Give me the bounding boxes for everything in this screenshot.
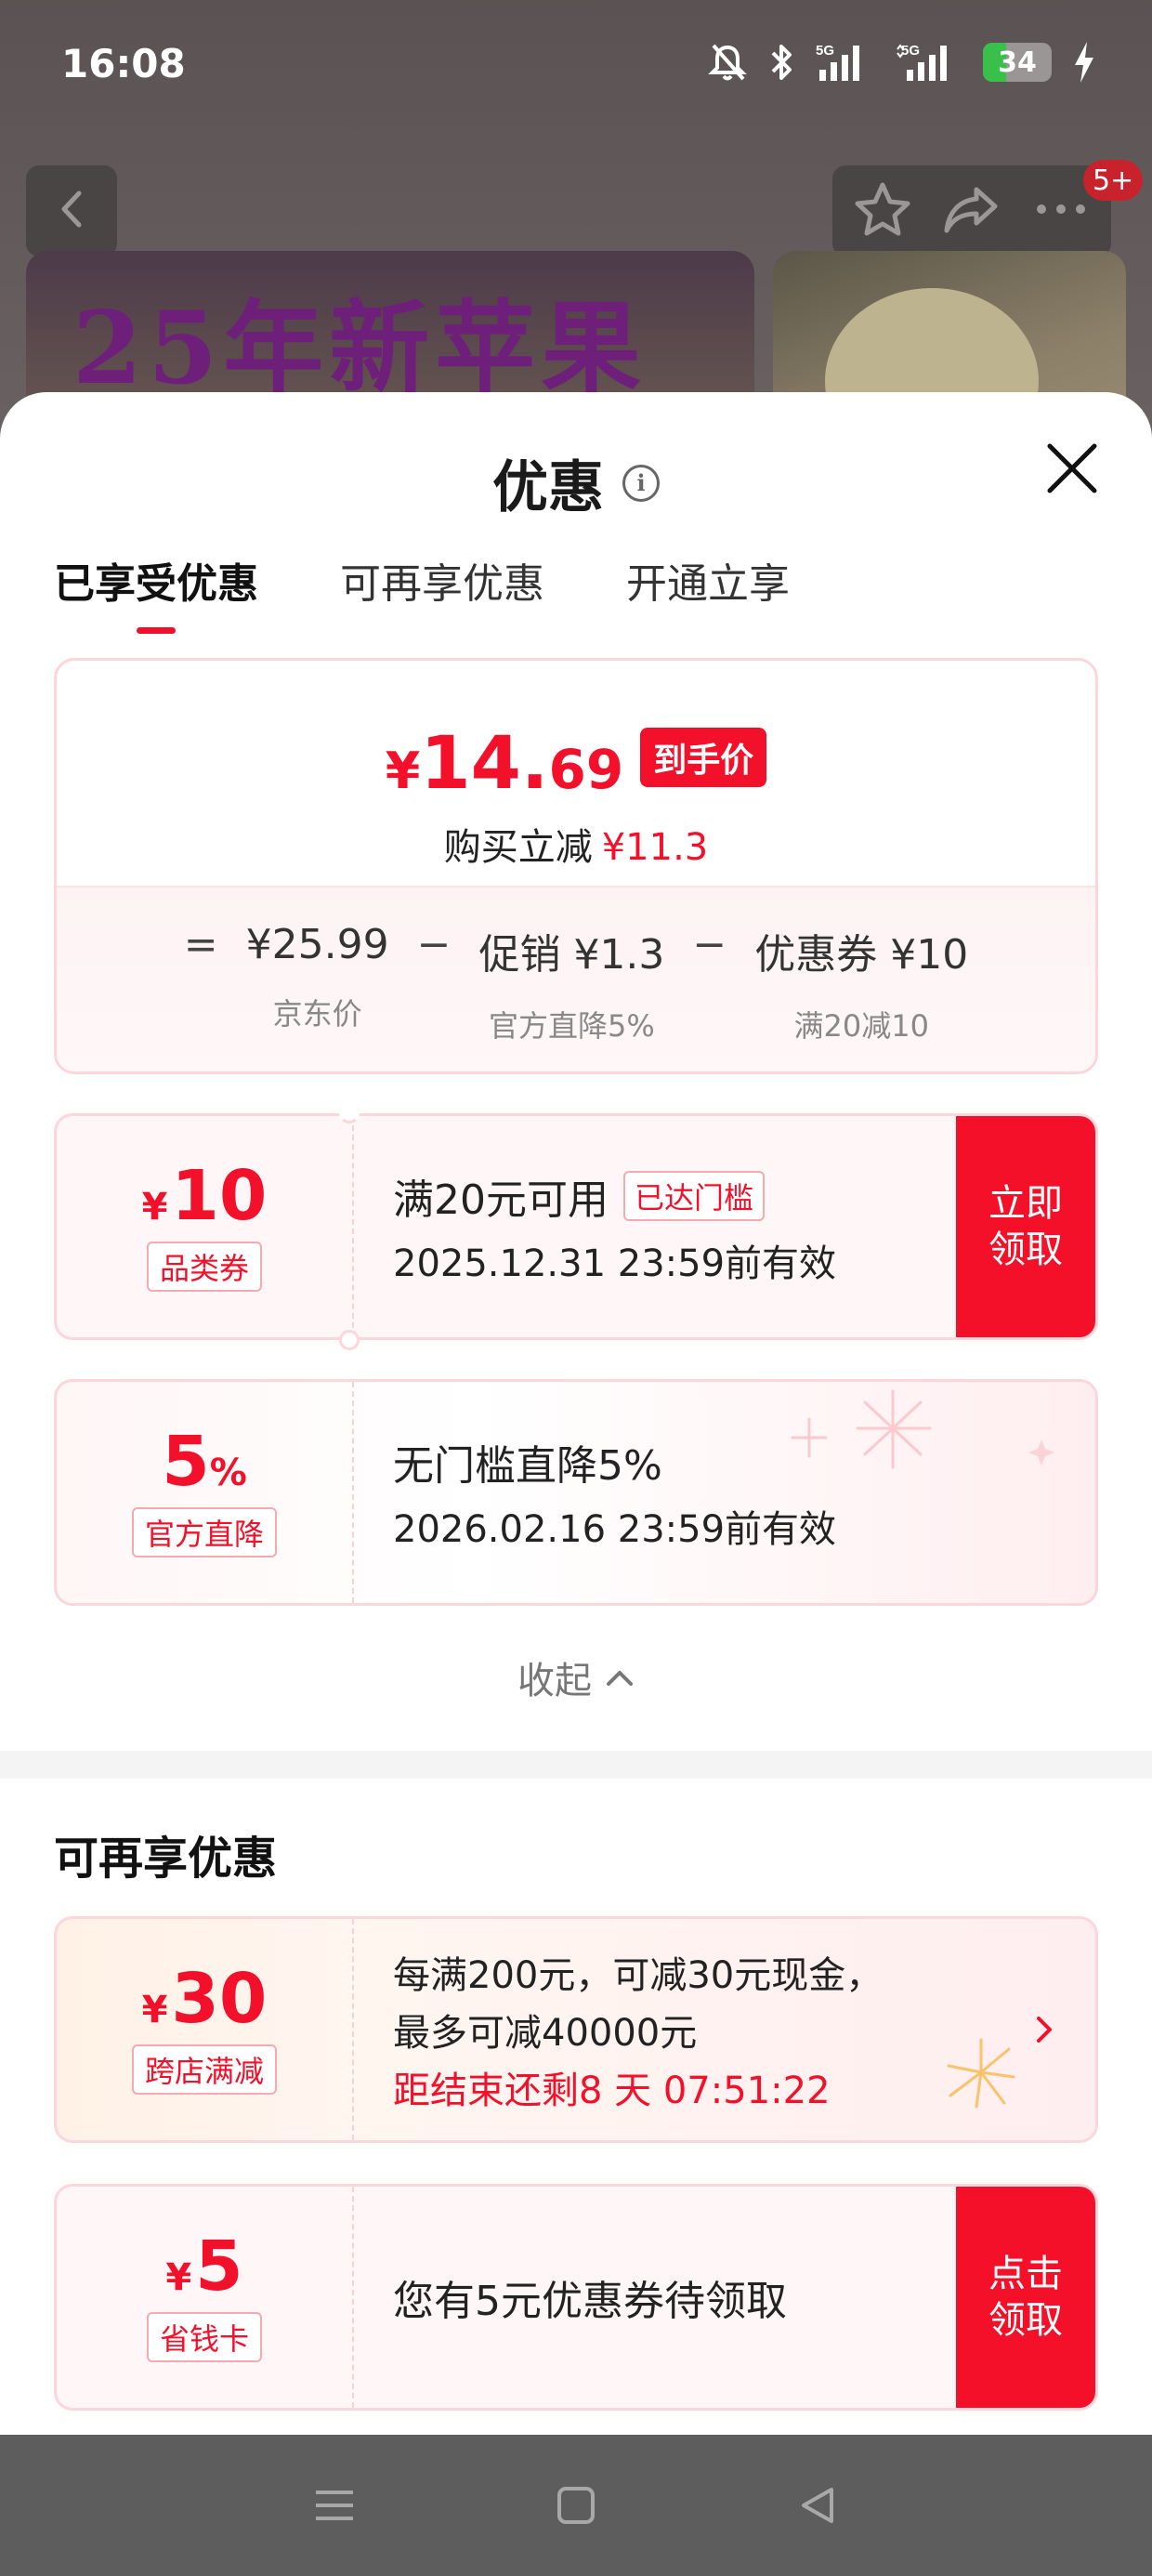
countdown-timer: 距结束还剩8 天 07:51:22 (393, 2070, 831, 2112)
formula-item-promotion: 促销 ¥1.3 官方直降5% (478, 931, 665, 1044)
coupon-amount: ¥30 (141, 1959, 268, 2039)
menu-icon[interactable] (297, 2468, 372, 2543)
coupon-condition: 满20元可用 (393, 1176, 609, 1224)
status-icons: 5G 5G 34 (708, 39, 1096, 85)
firework-decoration (947, 2038, 1015, 2109)
product-actions (832, 165, 1111, 256)
more-icon[interactable] (1030, 180, 1092, 242)
chevron-right-icon (1030, 2011, 1058, 2048)
sheet-title: 优惠 (492, 455, 604, 520)
collapse-label: 收起 (517, 1660, 592, 1702)
message-badge: 5+ (1083, 160, 1144, 201)
coupon-card-savings: ¥5 省钱卡 您有5元优惠券待领取 点击 领取 (54, 2184, 1098, 2411)
tab-more-discounts[interactable]: 可再享优惠 (340, 550, 544, 634)
svg-text:5G: 5G (816, 43, 834, 59)
minus-sign: − (416, 921, 452, 968)
price-summary-card: ¥14. 69 到手价 购买立减 ¥11.3 = ¥25.99 京东价 − 促销 ¥… (54, 658, 1098, 1074)
saving-label: 购买立减 (443, 826, 593, 869)
click-claim-button[interactable]: 点击 领取 (956, 2187, 1095, 2408)
mute-icon (708, 42, 747, 83)
info-icon[interactable]: i (622, 464, 660, 502)
formula-item-coupon: 优惠券 ¥10 满20减10 (754, 931, 969, 1044)
coupon-type-tag: 跨店满减 (131, 2044, 277, 2095)
coupon-expiry: 2025.12.31 23:59前有效 (393, 1242, 837, 1285)
coupon-card-cross-store[interactable]: ¥30 跨店满减 每满200元，可减30元现金， 最多可减40000元 距结束还… (54, 1916, 1098, 2143)
collapse-toggle[interactable]: 收起 (0, 1650, 1152, 1704)
battery-indicator: 34 (983, 43, 1052, 82)
discount-sheet: 优惠 i 已享受优惠 可再享优惠 开通立享 ¥14. 69 到手价 购买立减 ¥11… (0, 392, 1152, 2435)
claim-now-button[interactable]: 立即 领取 (956, 1116, 1095, 1337)
product-page-background: 16:08 5G 5G 34 5+ 25年新苹果 (0, 0, 1152, 474)
close-button[interactable] (1044, 440, 1100, 496)
battery-level: 34 (998, 46, 1037, 79)
charging-icon (1072, 40, 1096, 85)
svg-text:5G: 5G (901, 43, 920, 59)
discount-condition: 无门槛直降5% (393, 1442, 662, 1490)
final-price-tag: 到手价 (640, 728, 767, 787)
signal-icon-sim2: 5G (896, 42, 962, 83)
coupon-limit: 最多可减40000元 (393, 2012, 698, 2055)
coupon-type-tag: 品类券 (146, 1242, 262, 1292)
back-triangle-icon[interactable] (780, 2468, 855, 2543)
status-bar: 16:08 5G 5G 34 (0, 0, 1152, 139)
home-icon[interactable] (539, 2468, 613, 2543)
coupon-type-tag: 省钱卡 (146, 2312, 262, 2362)
minus-sign: − (692, 921, 727, 968)
price-formula: = ¥25.99 京东价 − 促销 ¥1.3 官方直降5% − 优惠券 ¥10 … (57, 921, 1095, 1045)
threshold-reached-chip: 已达门槛 (623, 1171, 766, 1221)
back-button[interactable] (26, 165, 117, 256)
tab-activate[interactable]: 开通立享 (626, 550, 790, 634)
coupon-notch (339, 1103, 360, 1124)
system-navigation-bar (0, 2435, 1152, 2576)
chevron-up-icon (605, 1656, 635, 1699)
back-icon (53, 186, 90, 236)
discount-type-tag: 官方直降 (131, 1507, 277, 1557)
more-discounts-title: 可再享优惠 (54, 1833, 278, 1885)
equals-sign: = (183, 921, 218, 968)
discount-expiry: 2026.02.16 23:59前有效 (393, 1508, 837, 1551)
coupon-amount: ¥10 (141, 1156, 268, 1236)
tab-bar: 已享受优惠 可再享优惠 开通立享 (54, 550, 790, 634)
banner-text: 25年新苹果 (72, 290, 648, 407)
firework-decoration (791, 1389, 1054, 1469)
discount-percent: 5% (162, 1422, 247, 1502)
saving-value: ¥11.3 (601, 826, 709, 869)
star-icon[interactable] (852, 180, 913, 242)
formula-item-jd-price: ¥25.99 京东价 (245, 921, 389, 1032)
share-icon[interactable] (941, 180, 1002, 242)
coupon-pending-text: 您有5元优惠券待领取 (393, 2278, 787, 2325)
coupon-rule: 每满200元，可减30元现金， (393, 1954, 884, 1997)
signal-icon-sim1: 5G (816, 42, 875, 83)
sheet-header: 优惠 i (0, 442, 1152, 523)
saving-row: 购买立减 ¥11.3 (57, 817, 1095, 871)
coupon-amount: ¥5 (165, 2227, 243, 2307)
close-icon (1044, 443, 1100, 500)
status-time: 16:08 (61, 41, 186, 86)
coupon-card-official-discount: 5% 官方直降 无门槛直降5% 2026.02.16 23:59前有效 (54, 1379, 1098, 1606)
section-divider (0, 1751, 1152, 1779)
bluetooth-icon (767, 42, 795, 83)
coupon-notch (339, 1330, 360, 1350)
final-price: ¥14. 69 (385, 722, 624, 806)
coupon-card-category: ¥10 品类券 满20元可用 已达门槛 2025.12.31 23:59前有效 … (54, 1113, 1098, 1340)
tab-enjoyed[interactable]: 已享受优惠 (54, 550, 258, 634)
